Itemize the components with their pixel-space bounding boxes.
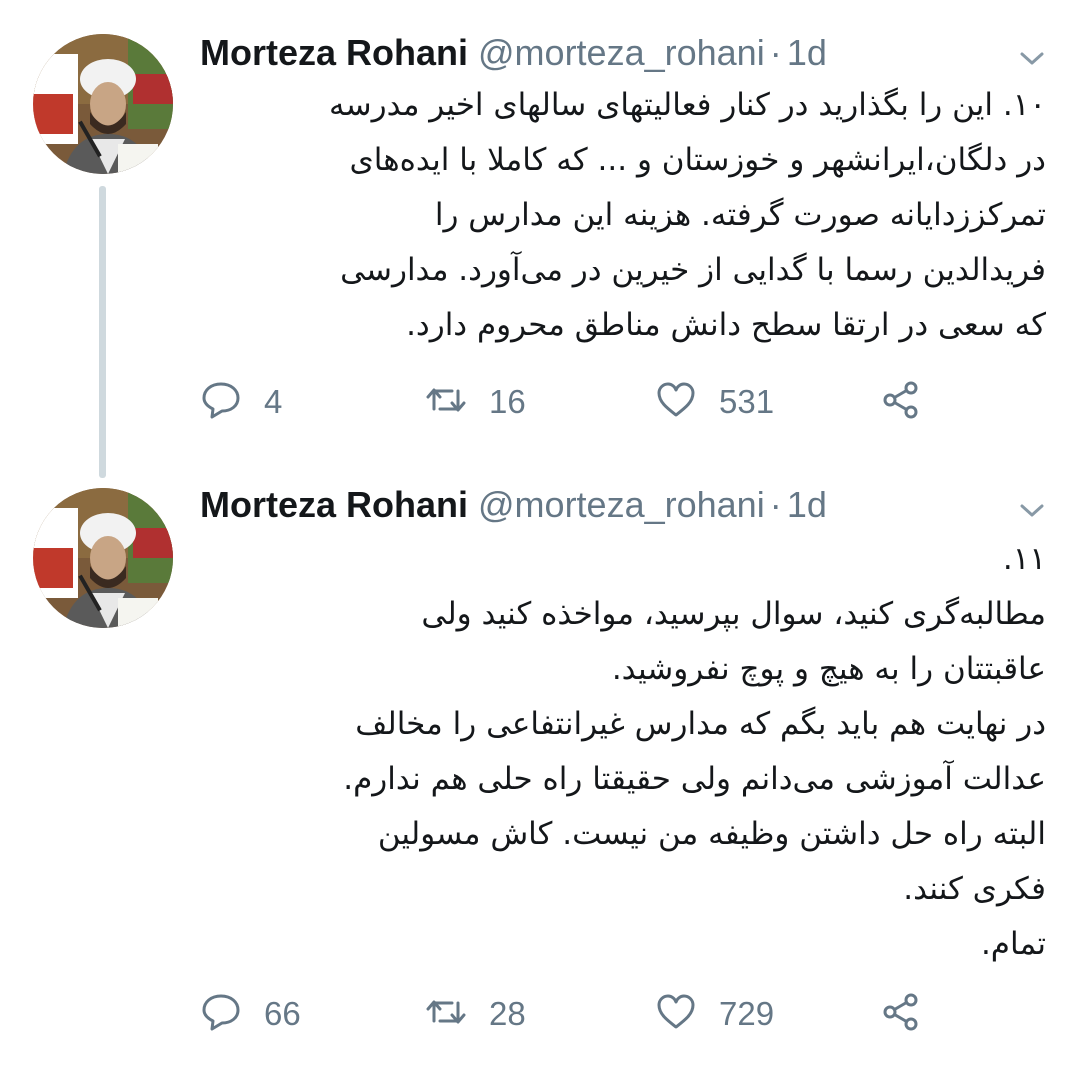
tweet-header: Morteza Rohani @morteza_rohani · 1d [200, 28, 827, 78]
tweet-text: ۱۰. این را بگذارید در کنار فعالیتهای سال… [200, 78, 1046, 353]
display-name[interactable]: Morteza Rohani [200, 484, 468, 525]
tweet-text-line: که سعی در ارتقا سطح دانش مناطق محروم دار… [406, 307, 1046, 343]
chevron-down-icon[interactable] [1014, 40, 1050, 76]
tweet-text-line: البته راه حل داشتن وظیفه من نیست. کاش مس… [377, 816, 1046, 852]
username-handle[interactable]: @morteza_rohani [478, 484, 765, 525]
tweet-text-line: در نهایت هم باید بگم که مدارس غیرانتفاعی… [355, 706, 1046, 742]
tweet-text-line: ۱۰. این را بگذارید در کنار فعالیتهای سال… [329, 87, 1046, 123]
tweet-text-line: عاقبتتان را به هیچ و پوچ نفروشید. [611, 651, 1046, 687]
tweet-text: ۱۱. مطالبه‌گری کنید، سوال بپرسید، مواخذه… [200, 532, 1046, 972]
separator-dot: · [769, 484, 782, 525]
retweet-arrows-icon [425, 991, 467, 1037]
tweet-text-line: عدالت آموزشی می‌دانم ولی حقیقتا راه حلی … [343, 761, 1046, 797]
username-handle[interactable]: @morteza_rohani [478, 32, 765, 73]
retweet-arrows-icon [425, 379, 467, 425]
heart-icon [655, 991, 697, 1037]
tweet-actions: 4 16 531 [200, 378, 960, 426]
timestamp[interactable]: 1d [787, 32, 827, 73]
tweet-header: Morteza Rohani @morteza_rohani · 1d [200, 480, 827, 530]
share-nodes-icon [880, 991, 922, 1037]
chevron-down-icon[interactable] [1014, 492, 1050, 528]
tweet-text-line: فریدالدین رسما با گدایی از خیرین در می‌آ… [340, 252, 1046, 288]
reply-count: 66 [264, 995, 301, 1032]
like-button[interactable]: 729 [655, 990, 774, 1038]
tweet-1[interactable]: Morteza Rohani @morteza_rohani · 1d ۱۰. ا… [0, 0, 1080, 478]
tweet-actions: 66 28 729 [200, 990, 960, 1038]
share-nodes-icon [880, 379, 922, 425]
tweet-text-line: مطالبه‌گری کنید، سوال بپرسید، مواخذه کنی… [421, 596, 1046, 632]
avatar[interactable] [33, 488, 173, 628]
thread-line [99, 186, 106, 478]
tweet-text-line: فکری کنند. [903, 871, 1046, 907]
reply-count: 4 [264, 383, 283, 420]
avatar[interactable] [33, 34, 173, 174]
display-name[interactable]: Morteza Rohani [200, 32, 468, 73]
tweet-text-line: در دلگان،ایرانشهر و خوزستان و ... که کام… [349, 142, 1046, 178]
retweet-count: 16 [489, 383, 526, 420]
retweet-button[interactable]: 28 [425, 990, 526, 1038]
tweet-text-line: تمرکززدایانه صورت گرفته. هزینه این مدارس… [434, 197, 1046, 233]
retweet-button[interactable]: 16 [425, 378, 526, 426]
retweet-count: 28 [489, 995, 526, 1032]
tweet-2[interactable]: Morteza Rohani @morteza_rohani · 1d ۱۱. م… [0, 470, 1080, 1065]
tweet-text-line: تمام. [980, 926, 1046, 962]
like-button[interactable]: 531 [655, 378, 774, 426]
like-count: 531 [719, 383, 775, 420]
reply-button[interactable]: 4 [200, 378, 282, 426]
separator-dot: · [769, 32, 782, 73]
share-button[interactable] [880, 378, 922, 426]
speech-bubble-icon [200, 991, 242, 1037]
reply-button[interactable]: 66 [200, 990, 301, 1038]
tweet-text-line: ۱۱. [1002, 541, 1046, 577]
speech-bubble-icon [200, 379, 242, 425]
like-count: 729 [719, 995, 775, 1032]
heart-icon [655, 379, 697, 425]
timestamp[interactable]: 1d [787, 484, 827, 525]
share-button[interactable] [880, 990, 922, 1038]
